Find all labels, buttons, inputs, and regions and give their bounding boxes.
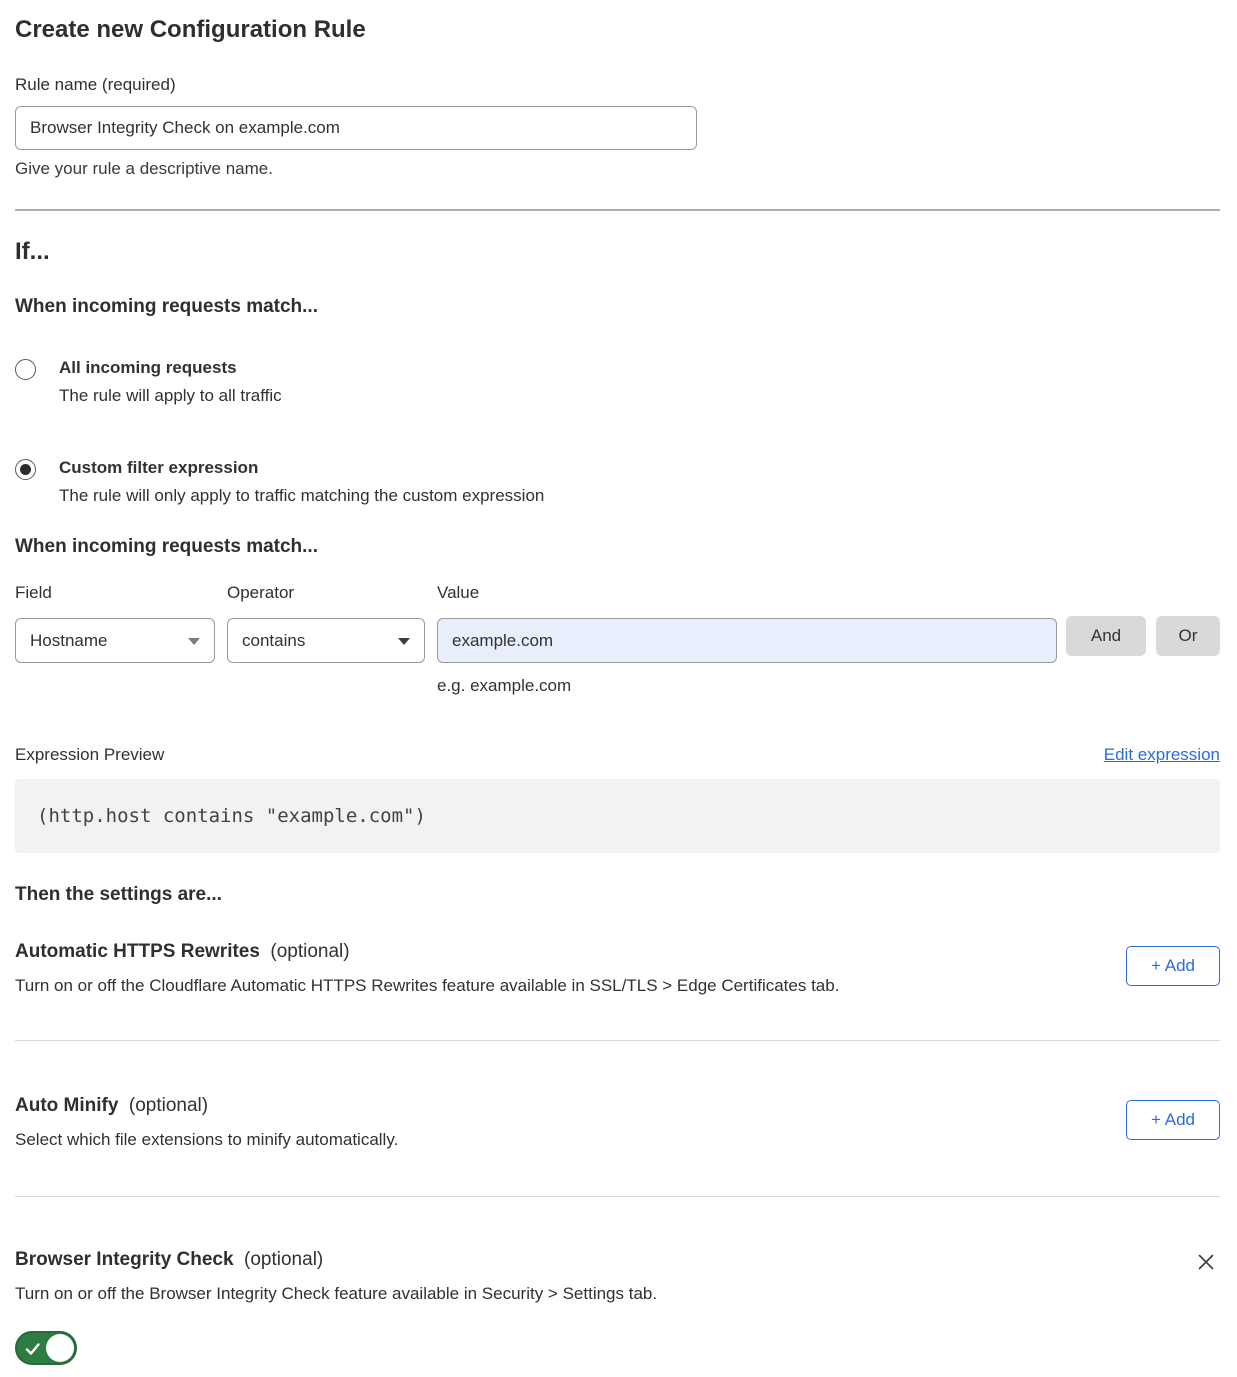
and-button[interactable]: And bbox=[1066, 616, 1146, 656]
setting-description: Select which file extensions to minify a… bbox=[15, 1130, 398, 1150]
value-help: e.g. example.com bbox=[437, 676, 1057, 696]
field-label: Field bbox=[15, 583, 215, 603]
if-heading: If... bbox=[15, 238, 1220, 266]
radio-option-all-incoming-requests[interactable]: All incoming requests The rule will appl… bbox=[15, 358, 1220, 406]
radio-description: The rule will apply to all traffic bbox=[59, 386, 282, 406]
setting-optional-tag: (optional) bbox=[270, 941, 349, 962]
toggle-knob[interactable] bbox=[46, 1334, 74, 1362]
close-icon[interactable] bbox=[1196, 1252, 1216, 1272]
setting-title: Automatic HTTPS Rewrites bbox=[15, 941, 260, 962]
operator-label: Operator bbox=[227, 583, 425, 603]
setting-divider bbox=[15, 1040, 1220, 1041]
setting-automatic-https-rewrites: Automatic HTTPS Rewrites (optional) Turn… bbox=[15, 941, 1220, 996]
setting-title: Browser Integrity Check bbox=[15, 1249, 234, 1270]
chevron-down-icon bbox=[398, 638, 410, 645]
add-automatic-https-rewrites-button[interactable]: + Add bbox=[1126, 946, 1220, 986]
radio-label: Custom filter expression bbox=[59, 458, 544, 478]
filter-builder-heading: When incoming requests match... bbox=[15, 536, 1220, 558]
section-divider bbox=[15, 209, 1220, 211]
when-requests-match-heading: When incoming requests match... bbox=[15, 296, 1220, 318]
page-title: Create new Configuration Rule bbox=[15, 16, 1220, 44]
edit-expression-link[interactable]: Edit expression bbox=[1104, 745, 1220, 765]
add-auto-minify-button[interactable]: + Add bbox=[1126, 1100, 1220, 1140]
radio-unselected-icon[interactable] bbox=[15, 359, 36, 380]
or-button[interactable]: Or bbox=[1156, 616, 1220, 656]
setting-optional-tag: (optional) bbox=[129, 1095, 208, 1116]
operator-select[interactable]: contains bbox=[227, 618, 425, 663]
expression-preview-code: (http.host contains "example.com") bbox=[15, 779, 1220, 853]
chevron-down-icon bbox=[188, 638, 200, 645]
field-select-value: Hostname bbox=[30, 631, 107, 651]
operator-select-value: contains bbox=[242, 631, 305, 651]
radio-option-custom-filter-expression[interactable]: Custom filter expression The rule will o… bbox=[15, 458, 1220, 506]
expression-preview-label: Expression Preview bbox=[15, 745, 164, 765]
create-configuration-rule-page: Create new Configuration Rule Rule name … bbox=[0, 0, 1237, 1370]
setting-auto-minify: Auto Minify (optional) Select which file… bbox=[15, 1095, 1220, 1150]
setting-description: Turn on or off the Browser Integrity Che… bbox=[15, 1284, 657, 1304]
setting-title: Auto Minify bbox=[15, 1095, 118, 1116]
rule-name-help: Give your rule a descriptive name. bbox=[15, 159, 1220, 179]
radio-description: The rule will only apply to traffic matc… bbox=[59, 486, 544, 506]
value-input[interactable] bbox=[437, 618, 1057, 663]
browser-integrity-check-toggle[interactable] bbox=[15, 1331, 77, 1365]
field-select[interactable]: Hostname bbox=[15, 618, 215, 663]
then-settings-heading: Then the settings are... bbox=[15, 884, 1220, 906]
radio-selected-icon[interactable] bbox=[15, 459, 36, 480]
setting-optional-tag: (optional) bbox=[244, 1249, 323, 1270]
check-icon bbox=[24, 1340, 42, 1358]
filter-builder-row: Field Hostname Operator contains Value e… bbox=[15, 583, 1220, 696]
setting-divider bbox=[15, 1196, 1220, 1197]
rule-name-label: Rule name (required) bbox=[15, 75, 1220, 95]
setting-description: Turn on or off the Cloudflare Automatic … bbox=[15, 976, 839, 996]
expression-preview-row: Expression Preview Edit expression bbox=[15, 745, 1220, 765]
setting-browser-integrity-check: Browser Integrity Check (optional) Turn … bbox=[15, 1249, 1220, 1370]
radio-label: All incoming requests bbox=[59, 358, 282, 378]
value-label: Value bbox=[437, 583, 1057, 603]
rule-name-input[interactable] bbox=[15, 106, 697, 150]
